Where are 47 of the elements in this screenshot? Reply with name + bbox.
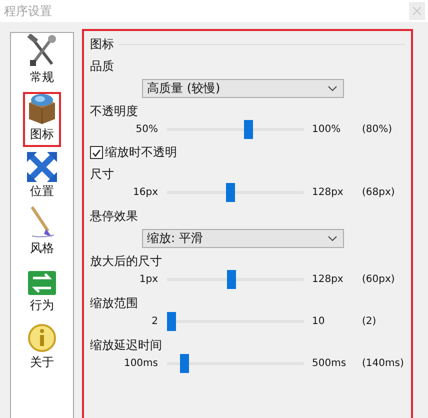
setting-label: 缩放范围 [90, 295, 139, 311]
slider-thumb[interactable] [180, 354, 189, 373]
tools-icon [26, 34, 58, 68]
value-reading: (80%) [362, 124, 392, 135]
setting-label: 不透明度 [90, 103, 139, 119]
min-value: 16px [132, 187, 158, 198]
value-reading: (2) [362, 316, 376, 327]
dropdown[interactable]: 缩放: 平滑 [142, 229, 344, 248]
max-value: 500ms [312, 358, 348, 369]
value-reading: (60px) [362, 274, 395, 285]
min-value: 50% [134, 124, 158, 135]
info-icon [27, 323, 57, 353]
slider-thumb[interactable] [226, 270, 236, 289]
slider-thumb[interactable] [167, 312, 176, 331]
group-title: 图标 [90, 36, 114, 52]
sidebar-item[interactable]: 图标 [23, 92, 61, 147]
slider-thumb[interactable] [244, 120, 253, 139]
setting-label: 尺寸 [90, 166, 115, 182]
close-icon [413, 7, 421, 15]
box-icon [26, 91, 58, 125]
min-value: 2 [150, 316, 158, 327]
sidebar-item[interactable]: 位置 [23, 149, 61, 204]
sidebar-item[interactable]: 常规 [23, 35, 61, 90]
value-reading: (140ms) [362, 358, 404, 369]
max-value: 10 [312, 316, 326, 327]
slider-thumb[interactable] [226, 183, 236, 202]
window-title: 程序设置 [4, 2, 52, 20]
min-value: 1px [138, 274, 158, 285]
min-value: 100ms [122, 358, 158, 369]
sidebar-item[interactable]: 行为 [23, 263, 61, 318]
max-value: 128px [312, 187, 344, 198]
setting-label: 悬停效果 [90, 208, 139, 224]
checkbox-row[interactable]: 缩放时不透明 [90, 144, 405, 161]
setting-label: 品质 [90, 58, 115, 74]
cross-arrows-icon [26, 152, 58, 182]
max-value: 128px [312, 274, 344, 285]
checkbox[interactable] [90, 146, 103, 159]
max-value: 100% [312, 124, 342, 135]
arrows-icon [27, 270, 57, 296]
dropdown[interactable]: 高质量 (较慢) [142, 79, 344, 98]
value-reading: (68px) [362, 187, 395, 198]
sidebar-item[interactable]: 关于 [23, 320, 61, 375]
setting-label: 缩放延迟时间 [90, 337, 163, 353]
setting-label: 放大后的尺寸 [90, 253, 163, 269]
sidebar-item[interactable]: 风格 [23, 206, 61, 261]
chevron-down-icon [328, 86, 337, 91]
chevron-down-icon [328, 236, 337, 241]
